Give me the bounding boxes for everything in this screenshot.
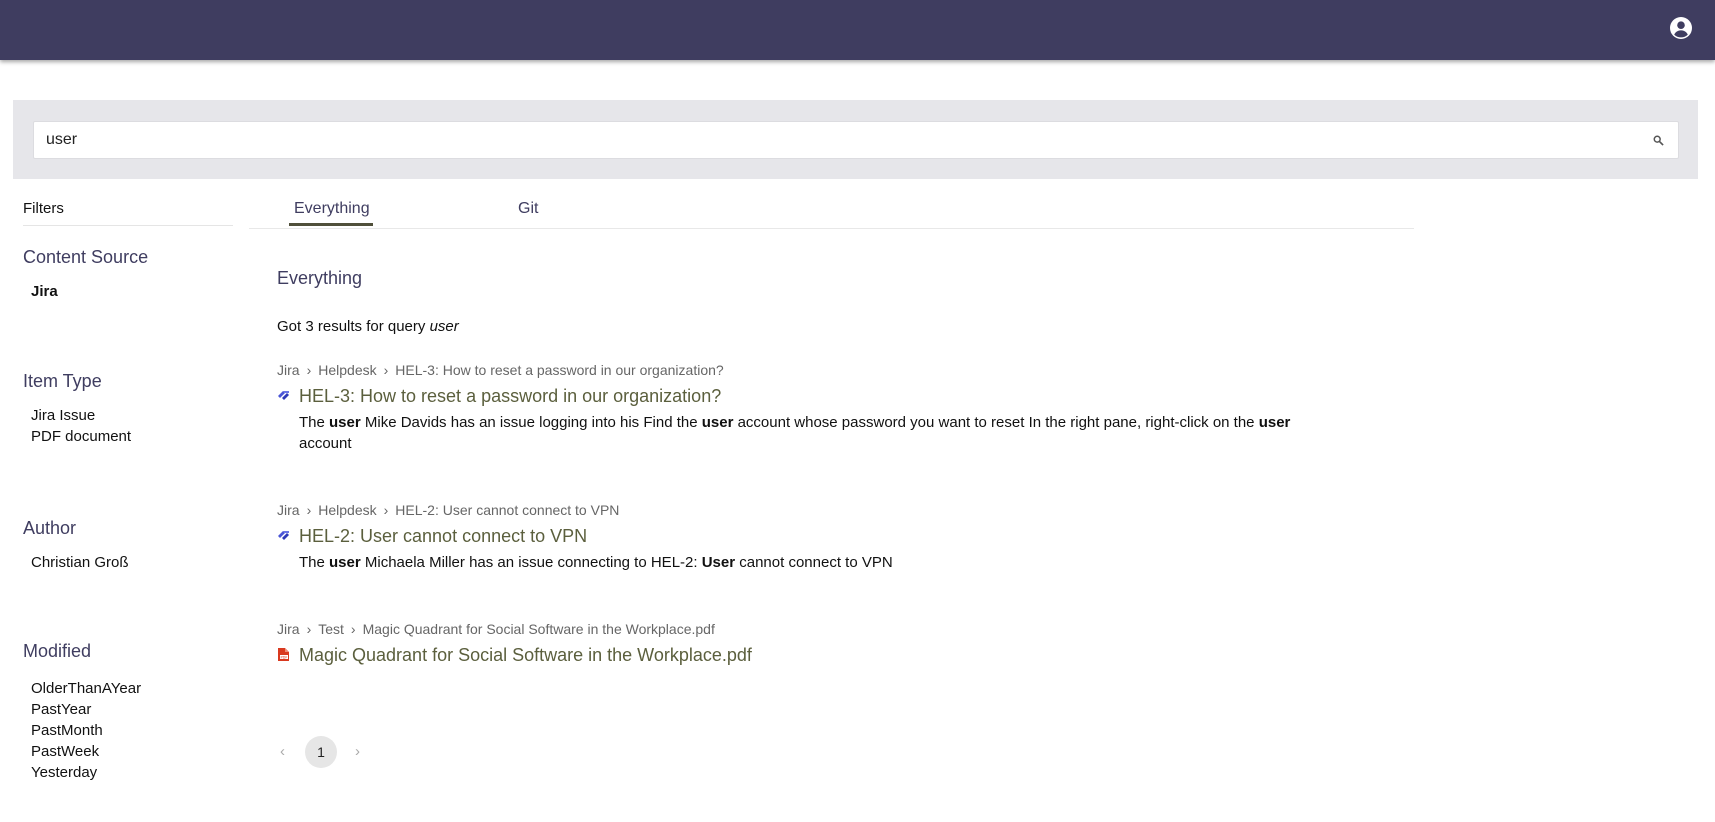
snippet-text: The	[299, 414, 330, 431]
snippet-text: cannot connect to VPN	[735, 554, 893, 571]
breadcrumb: Jira › Helpdesk › HEL-3: How to reset a pass…	[277, 362, 1337, 378]
breadcrumb-item[interactable]: Helpdesk	[318, 362, 376, 378]
facet-item-jira-issue[interactable]: Jira Issue	[23, 405, 131, 426]
breadcrumb-item[interactable]: Test	[318, 621, 344, 637]
search-input[interactable]	[34, 122, 1614, 158]
facet-heading: Author	[23, 518, 77, 538]
snippet-text: account	[299, 435, 352, 452]
breadcrumb-separator: ›	[306, 621, 312, 637]
facet-modified: Modified OlderThanAYear PastYear PastMon…	[23, 641, 141, 783]
snippet-text: The	[299, 554, 330, 571]
facet-item-yesterday[interactable]: Yesterday	[23, 762, 141, 783]
result-title: HEL-2: User cannot connect to VPN	[299, 526, 588, 546]
result-snippet: The user Mike Davids has an issue loggin…	[277, 412, 1337, 454]
result-item: Jira › Helpdesk › HEL-2: User cannot connect…	[277, 502, 1337, 573]
facet-item-past-week[interactable]: PastWeek	[23, 741, 141, 762]
top-bar	[0, 0, 1715, 60]
pdf-icon: PDF	[278, 648, 289, 661]
breadcrumb-separator: ›	[350, 621, 356, 637]
facet-item-past-year[interactable]: PastYear	[23, 699, 141, 720]
snippet-highlight: User	[701, 554, 736, 571]
prev-page-button[interactable]: ‹	[280, 743, 285, 760]
results-summary: Got 3 results for query user	[277, 318, 459, 335]
filters-title: Filters	[23, 200, 233, 226]
result-tabs: Everything Git	[249, 200, 1414, 229]
results-prefix: Got 3 results for query	[277, 318, 430, 335]
snippet-highlight: user	[329, 554, 361, 571]
next-page-button[interactable]: ›	[355, 743, 360, 760]
tab-git[interactable]: Git	[518, 200, 538, 218]
result-item: Jira › Test › Magic Quadrant for Social Soft…	[277, 621, 1337, 666]
jira-icon	[278, 391, 289, 400]
result-item: Jira › Helpdesk › HEL-3: How to reset a pass…	[277, 362, 1337, 454]
breadcrumb: Jira › Test › Magic Quadrant for Social Soft…	[277, 621, 1337, 637]
tab-everything[interactable]: Everything	[294, 200, 370, 218]
jira-icon	[278, 531, 289, 540]
breadcrumb-separator: ›	[383, 502, 389, 518]
page-button-current[interactable]: 1	[305, 736, 337, 768]
breadcrumb-separator: ›	[306, 362, 312, 378]
result-title-link[interactable]: PDF Magic Quadrant for Social Software i…	[277, 645, 1337, 666]
breadcrumb-item[interactable]: Jira	[277, 502, 300, 518]
svg-text:PDF: PDF	[280, 655, 287, 659]
facet-heading: Item Type	[23, 371, 102, 391]
breadcrumb-item[interactable]: Magic Quadrant for Social Software in th…	[363, 621, 715, 637]
search-box	[33, 121, 1679, 159]
breadcrumb-item[interactable]: Jira	[277, 362, 300, 378]
breadcrumb-separator: ›	[306, 502, 312, 518]
facet-heading: Modified	[23, 641, 92, 661]
facet-content-source: Content Source Jira	[23, 247, 148, 302]
snippet-text: account whose password you want to reset…	[733, 414, 1259, 431]
facet-item-jira[interactable]: Jira	[23, 281, 148, 302]
section-title: Everything	[277, 268, 363, 288]
result-title: HEL-3: How to reset a password in our or…	[299, 386, 722, 406]
search-icon[interactable]	[1653, 135, 1664, 146]
facet-author: Author Christian Groß	[23, 518, 129, 573]
breadcrumb-item[interactable]: HEL-3: How to reset a password in our or…	[395, 362, 723, 378]
snippet-text: Michaela Miller has an issue connecting …	[360, 554, 702, 571]
results-query: user	[429, 318, 459, 335]
facet-item-past-month[interactable]: PastMonth	[23, 720, 141, 741]
breadcrumb-item[interactable]: Jira	[277, 621, 300, 637]
account-icon[interactable]	[1669, 16, 1693, 40]
breadcrumb: Jira › Helpdesk › HEL-2: User cannot connect…	[277, 502, 1337, 518]
facet-item-author[interactable]: Christian Groß	[23, 552, 129, 573]
active-tab-indicator	[289, 223, 373, 226]
filters-sidebar: Filters Content Source Jira Item Type Ji…	[23, 200, 233, 781]
result-title-link[interactable]: HEL-2: User cannot connect to VPN	[277, 526, 1337, 547]
facet-item-pdf-document[interactable]: PDF document	[23, 426, 131, 447]
result-title-link[interactable]: HEL-3: How to reset a password in our or…	[277, 386, 1337, 407]
snippet-highlight: user	[329, 414, 361, 431]
breadcrumb-item[interactable]: Helpdesk	[318, 502, 376, 518]
snippet-highlight: user	[701, 414, 734, 431]
breadcrumb-separator: ›	[383, 362, 389, 378]
facet-item-type: Item Type Jira Issue PDF document	[23, 371, 131, 447]
snippet-text: Mike Davids has an issue logging into hi…	[360, 414, 702, 431]
result-title: Magic Quadrant for Social Software in th…	[299, 645, 752, 665]
snippet-highlight: user	[1258, 414, 1291, 431]
facet-heading: Content Source	[23, 247, 149, 267]
breadcrumb-item[interactable]: HEL-2: User cannot connect to VPN	[395, 502, 619, 518]
search-band	[13, 100, 1698, 179]
results-panel: Everything Got 3 results for query user …	[277, 268, 1337, 665]
result-snippet: The user Michaela Miller has an issue co…	[277, 552, 1337, 573]
facet-item-older-than-a-year[interactable]: OlderThanAYear	[23, 678, 141, 699]
